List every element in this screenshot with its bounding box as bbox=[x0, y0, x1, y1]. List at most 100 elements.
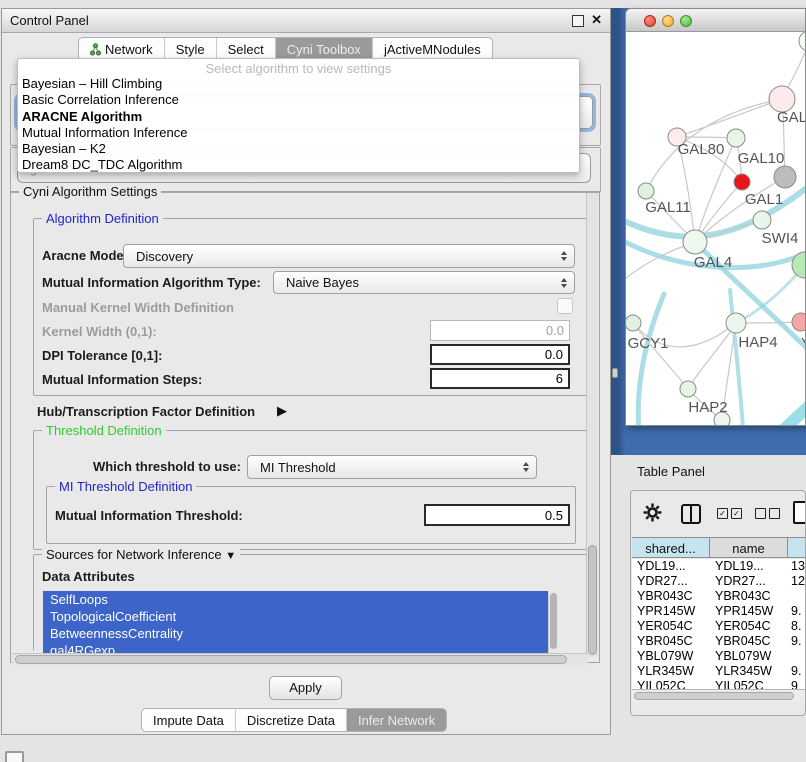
tab-style[interactable]: Style bbox=[164, 38, 216, 60]
mi-threshold-field[interactable]: 0.5 bbox=[424, 504, 570, 526]
table-panel-window: ✓✓ shared...nameA YDL19...YDL19...13YDR2… bbox=[630, 490, 806, 716]
table-row[interactable]: YBR045CYBR045C9. bbox=[632, 634, 806, 649]
close-traffic-light-icon[interactable] bbox=[644, 15, 656, 27]
table-row[interactable]: YPR145WYPR145W9. bbox=[632, 604, 806, 619]
table-horizontal-scrollbar[interactable] bbox=[632, 689, 806, 702]
table-cell: YBR045C bbox=[710, 634, 788, 649]
aracne-mode-combo[interactable]: Discovery bbox=[123, 244, 575, 268]
node-label-gal: GAL bbox=[777, 109, 806, 126]
algorithm-option-mutual-information-inference[interactable]: Mutual Information Inference bbox=[18, 125, 579, 141]
tab-select[interactable]: Select bbox=[216, 38, 275, 60]
kernel-width-field[interactable]: 0.0 bbox=[430, 320, 570, 341]
node-label-gal1: GAL1 bbox=[745, 191, 783, 208]
algorithm-options: Bayesian – Hill ClimbingBasic Correlatio… bbox=[18, 76, 579, 174]
control-panel-title: Control Panel bbox=[10, 13, 89, 28]
tab-cyni-toolbox[interactable]: Cyni Toolbox bbox=[275, 38, 372, 60]
algorithm-option-dream8-dc-tdc-algorithm[interactable]: Dream8 DC_TDC Algorithm bbox=[18, 157, 579, 173]
table-cell: YDL19... bbox=[632, 559, 710, 574]
algorithm-option-bayesian-k2[interactable]: Bayesian – K2 bbox=[18, 141, 579, 157]
table-cell: YBR045C bbox=[632, 634, 710, 649]
settings-horizontal-scrollbar[interactable] bbox=[12, 653, 588, 665]
tab-jactivemnodules[interactable]: jActiveMNodules bbox=[372, 38, 492, 60]
select-all-columns-icon[interactable]: ✓✓ bbox=[717, 508, 742, 519]
tab-network[interactable]: Network bbox=[79, 38, 164, 60]
mi-type-value: Naive Bayes bbox=[286, 275, 359, 290]
restore-panel-icon[interactable] bbox=[5, 751, 24, 762]
column-header-a[interactable]: A bbox=[788, 537, 806, 558]
tab-impute-data[interactable]: Impute Data bbox=[142, 709, 235, 731]
network-window-titlebar bbox=[626, 9, 805, 32]
data-attributes-list: SelfLoopsTopologicalCoefficientBetweenne… bbox=[43, 591, 558, 655]
table-row[interactable]: YBL079WYBL079W bbox=[632, 649, 806, 664]
which-threshold-combo[interactable]: MI Threshold bbox=[247, 455, 537, 479]
combo-stepper-icon bbox=[561, 278, 567, 288]
mi-steps-field[interactable]: 6 bbox=[430, 368, 570, 389]
table-row[interactable]: YIL052CYIL052C9 bbox=[632, 679, 806, 689]
algorithm-option-aracne-algorithm[interactable]: ARACNE Algorithm bbox=[18, 109, 579, 125]
table-cell: 8. bbox=[788, 619, 806, 634]
table-rows: YDL19...YDL19...13YDR27...YDR27...12YBR0… bbox=[632, 559, 806, 689]
algorithm-definition-group: Algorithm Definition Aracne Mode: Discov… bbox=[33, 218, 587, 396]
algorithm-option-bayesian-hill-climbing[interactable]: Bayesian – Hill Climbing bbox=[18, 76, 579, 92]
settings-vertical-scrollbar[interactable] bbox=[586, 193, 598, 657]
table-cell: 9 bbox=[788, 679, 806, 689]
table-row[interactable]: YDR27...YDR27...12 bbox=[632, 574, 806, 589]
attribute-item-selfloops[interactable]: SelfLoops bbox=[43, 591, 548, 608]
network-node[interactable] bbox=[683, 230, 707, 254]
column-header-shared[interactable]: shared... bbox=[632, 537, 710, 558]
float-window-icon[interactable] bbox=[572, 15, 584, 27]
tab-discretize-data[interactable]: Discretize Data bbox=[235, 709, 346, 731]
network-node[interactable] bbox=[753, 211, 771, 229]
network-node[interactable] bbox=[680, 381, 696, 397]
network-node[interactable] bbox=[626, 315, 641, 331]
kernel-width-label: Kernel Width (0,1): bbox=[42, 324, 157, 339]
show-columns-icon[interactable] bbox=[681, 504, 701, 524]
gear-icon[interactable] bbox=[643, 503, 662, 527]
table-row[interactable]: YBR043CYBR043C bbox=[632, 589, 806, 604]
apply-button[interactable]: Apply bbox=[269, 676, 342, 700]
table-panel-title: Table Panel bbox=[637, 464, 705, 479]
tab-label: Network bbox=[105, 39, 153, 60]
dpi-tolerance-field[interactable]: 0.0 bbox=[430, 344, 570, 365]
network-node[interactable] bbox=[727, 129, 745, 147]
attribute-item-topologicalcoefficient[interactable]: TopologicalCoefficient bbox=[43, 608, 548, 625]
table-row[interactable]: YER054CYER054C8. bbox=[632, 619, 806, 634]
cyni-algorithm-settings-group: Cyni Algorithm Settings Algorithm Defini… bbox=[10, 191, 600, 663]
aracne-mode-value: Discovery bbox=[136, 249, 193, 264]
node-label-gcy1: GCY1 bbox=[628, 335, 669, 352]
collapsed-arrow-icon[interactable]: ▶ bbox=[277, 403, 287, 419]
zoom-traffic-light-icon[interactable] bbox=[680, 15, 692, 27]
network-node[interactable] bbox=[638, 183, 654, 199]
hub-definition-label: Hub/Transcription Factor Definition bbox=[37, 404, 255, 419]
attribute-item-betweennesscentrality[interactable]: BetweennessCentrality bbox=[43, 625, 548, 642]
node-label-gal80: GAL80 bbox=[678, 141, 725, 158]
manual-kernel-checkbox[interactable] bbox=[557, 298, 573, 314]
network-node[interactable] bbox=[799, 32, 806, 51]
algorithm-option-basic-correlation-inference[interactable]: Basic Correlation Inference bbox=[18, 92, 579, 108]
network-node[interactable] bbox=[726, 313, 746, 333]
table-cell: YBR043C bbox=[710, 589, 788, 604]
network-node[interactable] bbox=[792, 313, 806, 331]
tab-label: Impute Data bbox=[153, 710, 224, 731]
close-icon[interactable]: ✕ bbox=[591, 12, 602, 28]
network-node[interactable] bbox=[734, 174, 750, 190]
table-row[interactable]: YDL19...YDL19...13 bbox=[632, 559, 806, 574]
network-canvas[interactable]: GALGAL80GAL10GAL1GAL11SWI4GAL4GCY1HAP4YH… bbox=[626, 32, 806, 426]
tab-infer-network[interactable]: Infer Network bbox=[346, 709, 446, 731]
mi-type-combo[interactable]: Naive Bayes bbox=[273, 271, 575, 294]
network-node[interactable] bbox=[774, 166, 796, 188]
panel-splitter-handle[interactable] bbox=[612, 368, 618, 378]
minimize-traffic-light-icon[interactable] bbox=[662, 15, 674, 27]
node-label-gal11: GAL11 bbox=[645, 199, 691, 216]
mi-threshold-group-title: MI Threshold Definition bbox=[55, 479, 196, 494]
expanded-arrow-icon[interactable]: ▼ bbox=[225, 550, 236, 562]
table-row[interactable]: YLR345WYLR345W9. bbox=[632, 664, 806, 679]
mi-threshold-group: MI Threshold Definition Mutual Informati… bbox=[46, 486, 576, 544]
aracne-mode-label: Aracne Mode: bbox=[42, 248, 128, 263]
which-threshold-value: MI Threshold bbox=[260, 460, 336, 475]
attributes-scrollbar[interactable] bbox=[548, 591, 558, 655]
export-table-icon[interactable] bbox=[793, 501, 806, 524]
deselect-all-columns-icon[interactable] bbox=[755, 508, 780, 519]
column-header-name[interactable]: name bbox=[710, 537, 788, 558]
mi-steps-label: Mutual Information Steps: bbox=[42, 372, 202, 387]
